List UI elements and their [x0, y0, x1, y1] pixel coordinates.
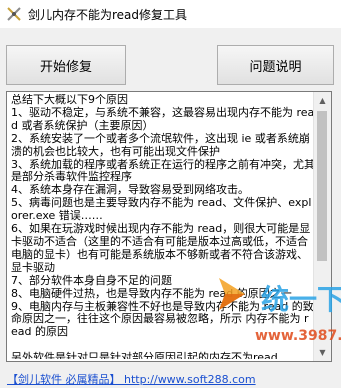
app-window: 剑儿内存不能为read修复工具 开始修复 问题说明 总结下大概以下9个原因 1、… [0, 0, 341, 388]
scroll-down-icon[interactable]: ▼ [314, 344, 331, 361]
window-title: 剑儿内存不能为read修复工具 [28, 8, 188, 22]
info-text: 总结下大概以下9个原因 1、驱动不稳定，与系统不兼容，这最容易出现内存不能为 r… [11, 94, 315, 359]
app-icon [7, 7, 21, 21]
problem-description-button[interactable]: 问题说明 [217, 45, 334, 85]
toolbar: 开始修复 问题说明 [0, 28, 341, 88]
scroll-up-icon[interactable]: ▲ [314, 92, 331, 109]
scrollbar-thumb[interactable] [317, 111, 327, 261]
start-repair-button[interactable]: 开始修复 [6, 45, 126, 85]
info-textarea[interactable]: 总结下大概以下9个原因 1、驱动不稳定，与系统不兼容，这最容易出现内存不能为 r… [6, 91, 332, 362]
website-link[interactable]: 【剑儿软件 必属精品】 http://www.soft288.com [7, 371, 256, 387]
title-bar: 剑儿内存不能为read修复工具 [0, 0, 341, 29]
vertical-scrollbar[interactable]: ▲ ▼ [313, 92, 331, 361]
footer: 【剑儿软件 必属精品】 http://www.soft288.com [0, 368, 341, 388]
